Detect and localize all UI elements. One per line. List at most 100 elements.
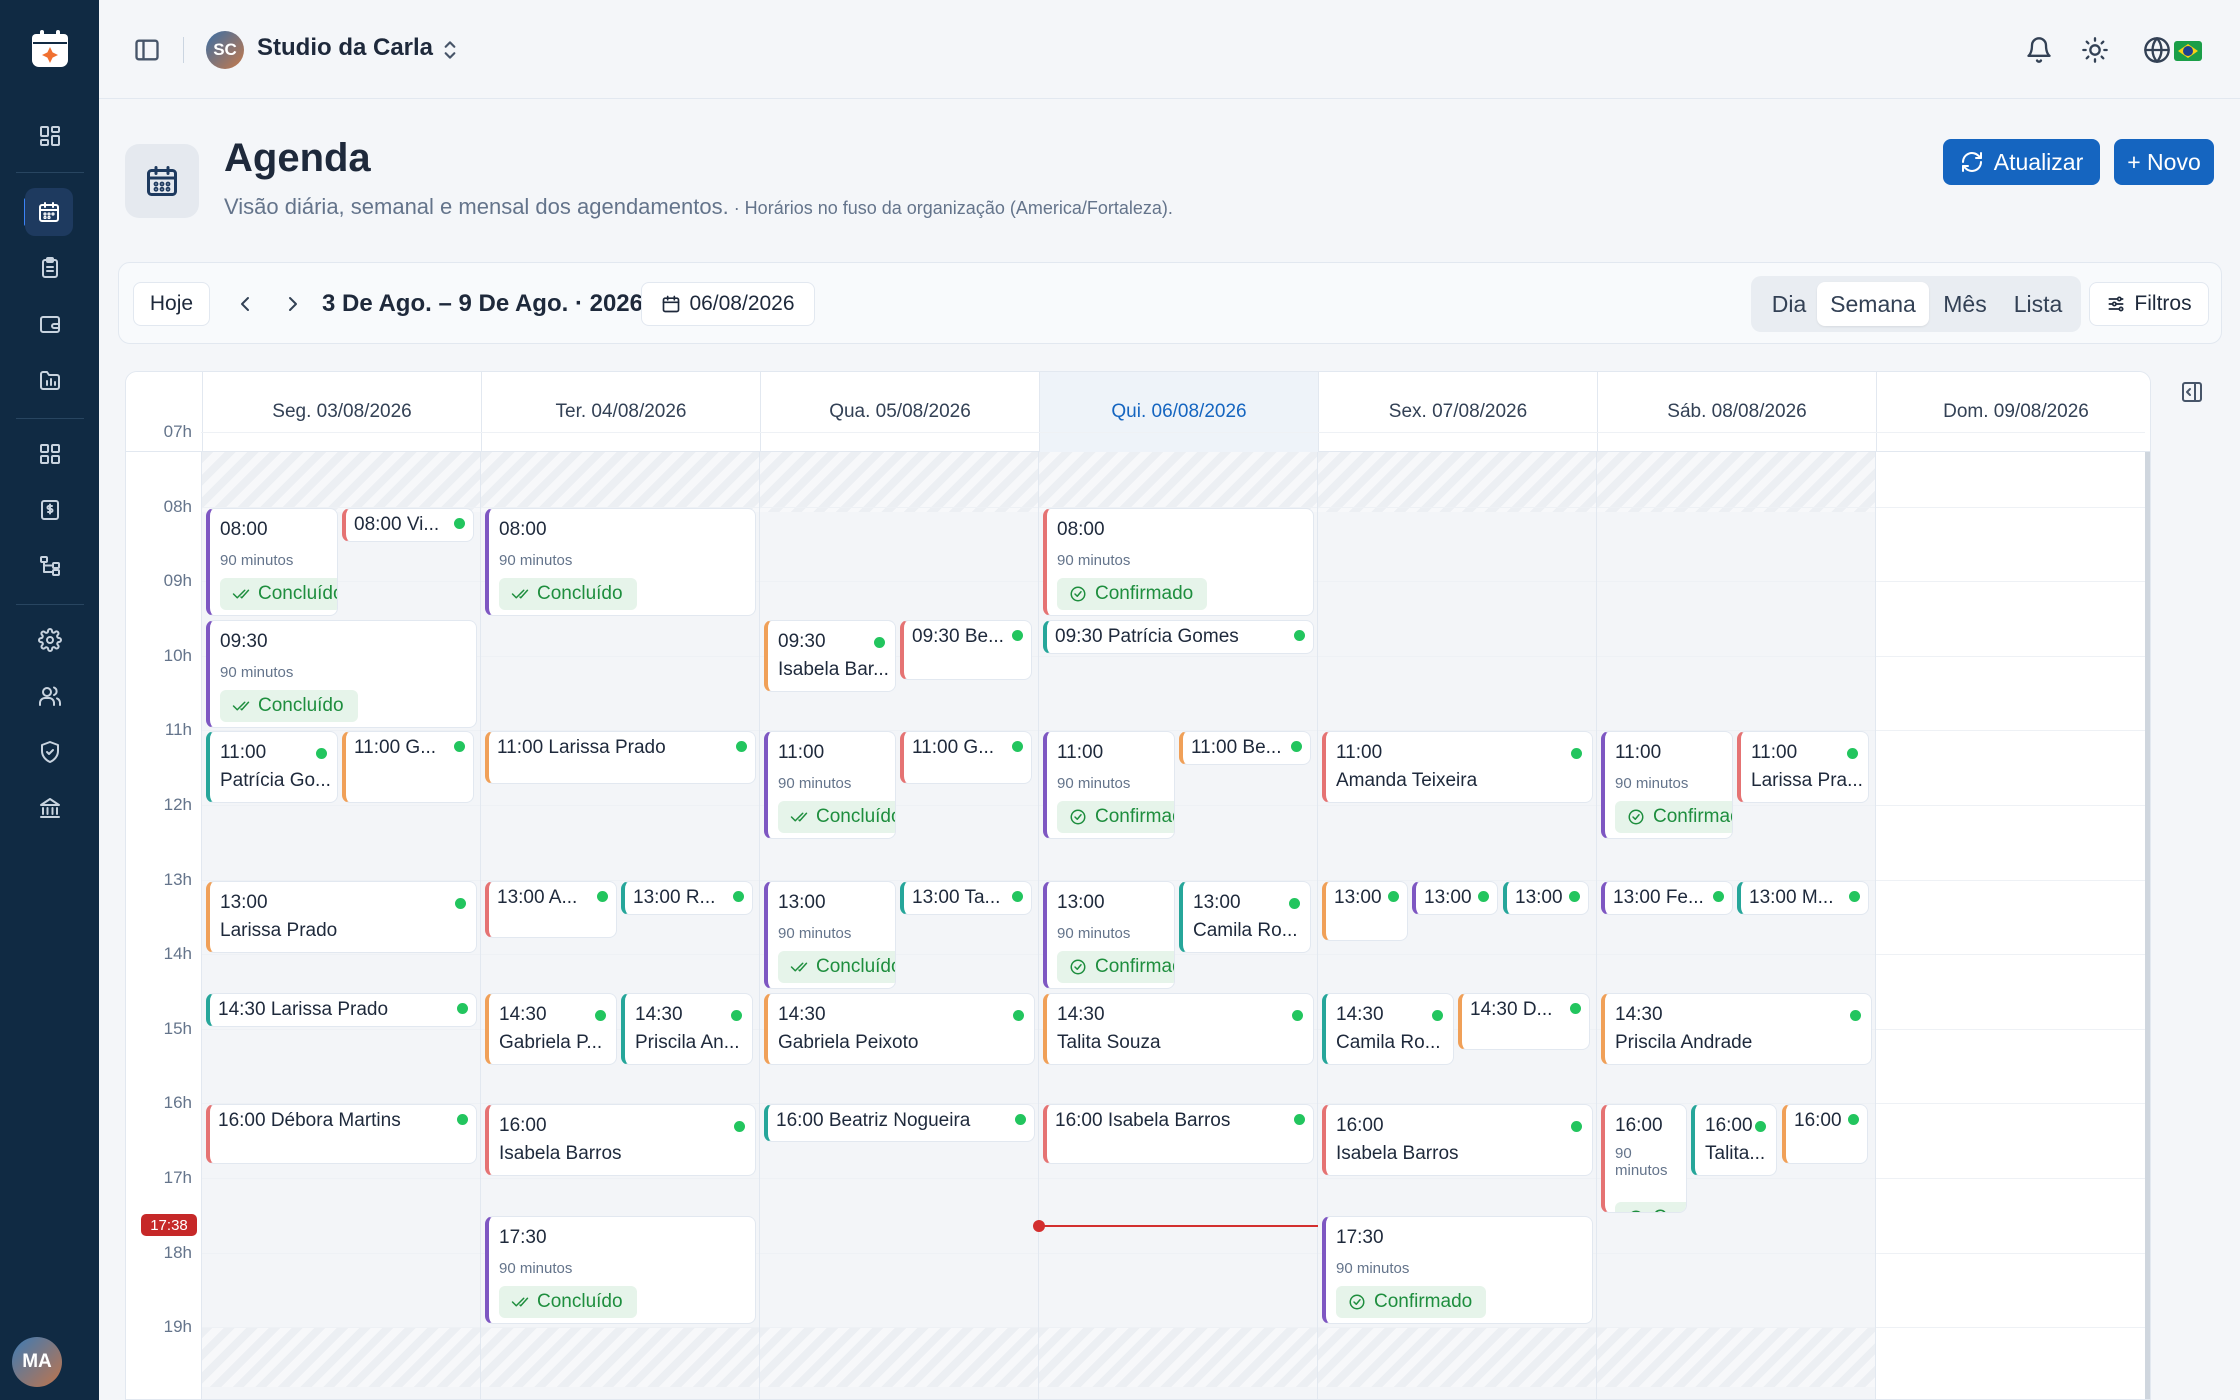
appointment-card[interactable]: 16:00 90 minutos Confirmado <box>1601 1104 1687 1213</box>
wallet-icon[interactable] <box>32 306 68 342</box>
appointment-card[interactable]: 09:30 90 minutos Concluído <box>206 620 477 728</box>
bell-icon[interactable] <box>2025 36 2053 64</box>
day-header[interactable]: Qua. 05/08/2026 <box>760 372 1039 452</box>
date-picker[interactable]: 06/08/2026 <box>641 282 815 326</box>
tab-list[interactable]: Lista <box>2003 282 2073 326</box>
hierarchy-icon[interactable] <box>32 548 68 584</box>
day-header[interactable]: Qui. 06/08/2026 <box>1039 372 1318 452</box>
shield-icon[interactable] <box>32 734 68 770</box>
status-dot <box>1294 1114 1305 1125</box>
appointment-card[interactable]: 09:30 Patrícia Gomes <box>1043 620 1314 654</box>
panel-collapse-icon[interactable] <box>2180 380 2204 404</box>
appointment-card[interactable]: 11:00 Be... <box>1179 731 1311 765</box>
appointment-card[interactable]: 08:00 90 minutos Concluído <box>485 508 756 616</box>
appointment-time: 16:00 <box>499 1115 547 1136</box>
dashboard-icon[interactable] <box>32 118 68 154</box>
day-header[interactable]: Sex. 07/08/2026 <box>1318 372 1597 452</box>
sun-icon[interactable] <box>2081 36 2109 64</box>
appointment-card[interactable]: 14:30 Gabriela Peixoto <box>764 993 1035 1065</box>
tab-month[interactable]: Mês <box>1931 282 1999 326</box>
appointment-card[interactable]: 11:00 Amanda Teixeira <box>1322 731 1593 803</box>
bank-icon[interactable] <box>32 790 68 826</box>
appointment-card[interactable]: 13:00 Camila Ro... <box>1179 881 1311 953</box>
appointment-card[interactable]: 13:00 R... <box>621 881 753 915</box>
appointment-card[interactable]: 09:30 Be... <box>900 620 1032 680</box>
appointment-card[interactable]: 11:00 Larissa Pra... <box>1737 731 1869 803</box>
appointment-card[interactable]: 14:30 Talita Souza <box>1043 993 1314 1065</box>
day-header[interactable]: Dom. 09/08/2026 <box>1876 372 2150 452</box>
appointment-card[interactable]: 11:00 G... <box>900 731 1032 784</box>
tab-day[interactable]: Dia <box>1759 282 1819 326</box>
status-label: Concluído <box>816 956 896 977</box>
appointment-time: 08:00 <box>499 519 547 540</box>
appointment-card[interactable]: 13:00 A... <box>485 881 617 938</box>
day-column[interactable] <box>1597 452 1876 1399</box>
top-bar: SC Studio da Carla <box>99 0 2240 99</box>
scrollbar[interactable] <box>2145 452 2150 1399</box>
appointment-card[interactable]: 11:00 90 minutos Confirmado <box>1601 731 1733 839</box>
current-time-dot <box>1033 1220 1045 1232</box>
appointment-card[interactable]: 13:00 M... <box>1737 881 1869 915</box>
appointment-card[interactable]: 11:00 90 minutos Confirmado <box>1043 731 1175 839</box>
day-header[interactable]: Ter. 04/08/2026 <box>481 372 760 452</box>
appointment-card[interactable]: 13:00 <box>1412 881 1498 915</box>
appointment-card[interactable]: 09:30 Isabela Bar... <box>764 620 896 692</box>
appointment-card[interactable]: 14:30 Larissa Prado <box>206 993 477 1027</box>
chevron-updown-icon[interactable] <box>439 37 461 63</box>
invoice-icon[interactable] <box>32 492 68 528</box>
status-label: Concluído <box>537 583 623 604</box>
appointment-card[interactable]: 13:00 90 minutos Concluído <box>764 881 896 989</box>
chevron-right-icon[interactable] <box>277 288 309 320</box>
appointment-card[interactable]: 13:00 Fe... <box>1601 881 1733 915</box>
chevron-left-icon[interactable] <box>229 288 261 320</box>
appointment-card[interactable]: 11:00 G... <box>342 731 474 803</box>
appointment-card[interactable]: 14:30 Priscila Andrade <box>1601 993 1872 1065</box>
day-header[interactable]: Sáb. 08/08/2026 <box>1597 372 1876 452</box>
appointment-card[interactable]: 16:00 Isabela Barros <box>1043 1104 1314 1164</box>
appointment-card[interactable]: 13:00 <box>1503 881 1589 915</box>
refresh-button[interactable]: Atualizar <box>1943 139 2100 185</box>
grid-icon[interactable] <box>32 436 68 472</box>
day-header[interactable]: Seg. 03/08/2026 <box>202 372 481 452</box>
clipboard-icon[interactable] <box>32 250 68 286</box>
appointment-card[interactable]: 17:30 90 minutos Confirmado <box>1322 1216 1593 1324</box>
status-dot <box>1432 1010 1443 1021</box>
appointment-card[interactable]: 16:00 Isabela Barros <box>1322 1104 1593 1176</box>
org-avatar[interactable]: SC <box>206 31 244 69</box>
appointment-card[interactable]: 13:00 <box>1322 881 1408 941</box>
gear-icon[interactable] <box>32 622 68 658</box>
appointment-card[interactable]: 14:30 Priscila An... <box>621 993 753 1065</box>
user-avatar[interactable]: MA <box>12 1337 62 1387</box>
sidebar-toggle-icon[interactable] <box>133 36 161 64</box>
appointment-card[interactable]: 17:30 90 minutos Concluído <box>485 1216 756 1324</box>
appointment-card[interactable]: 11:00 90 minutos Concluído <box>764 731 896 839</box>
appointment-card[interactable]: 11:00 Patrícia Go... <box>206 731 338 803</box>
users-icon[interactable] <box>32 678 68 714</box>
calendar-icon[interactable] <box>25 188 73 236</box>
appointment-card[interactable]: 16:00 Beatriz Nogueira <box>764 1104 1035 1142</box>
appointment-card[interactable]: 16:00 Débora Martins <box>206 1104 477 1164</box>
calendar-logo-icon[interactable] <box>29 28 71 70</box>
appointment-card[interactable]: 14:30 Gabriela P... <box>485 993 617 1065</box>
appointment-card[interactable]: 16:00 Isabela Barros <box>485 1104 756 1176</box>
today-button[interactable]: Hoje <box>133 282 210 326</box>
appointment-card[interactable]: 08:00 90 minutos Concluído <box>206 508 338 616</box>
appointment-card[interactable]: 11:00 Larissa Prado <box>485 731 756 784</box>
org-name[interactable]: Studio da Carla <box>257 34 433 62</box>
filters-button[interactable]: Filtros <box>2089 282 2209 326</box>
folder-chart-icon[interactable] <box>32 362 68 398</box>
appointment-card[interactable]: 13:00 90 minutos Confirmado <box>1043 881 1175 989</box>
appointment-card[interactable]: 08:00 90 minutos Confirmado <box>1043 508 1314 616</box>
globe-icon[interactable] <box>2143 36 2171 64</box>
appointment-card[interactable]: 08:00 Vi... <box>342 508 474 542</box>
new-button[interactable]: + Novo <box>2114 139 2214 185</box>
brazil-flag-icon[interactable] <box>2174 41 2202 61</box>
appointment-time: 11:00 <box>1336 742 1383 763</box>
appointment-card[interactable]: 16:00 Talita... <box>1691 1104 1777 1176</box>
appointment-card[interactable]: 16:00 <box>1782 1104 1868 1164</box>
appointment-card[interactable]: 14:30 Camila Ro... <box>1322 993 1454 1065</box>
appointment-card[interactable]: 13:00 Ta... <box>900 881 1032 915</box>
appointment-card[interactable]: 13:00 Larissa Prado <box>206 881 477 953</box>
appointment-card[interactable]: 14:30 D... <box>1458 993 1590 1050</box>
tab-week[interactable]: Semana <box>1817 282 1929 326</box>
